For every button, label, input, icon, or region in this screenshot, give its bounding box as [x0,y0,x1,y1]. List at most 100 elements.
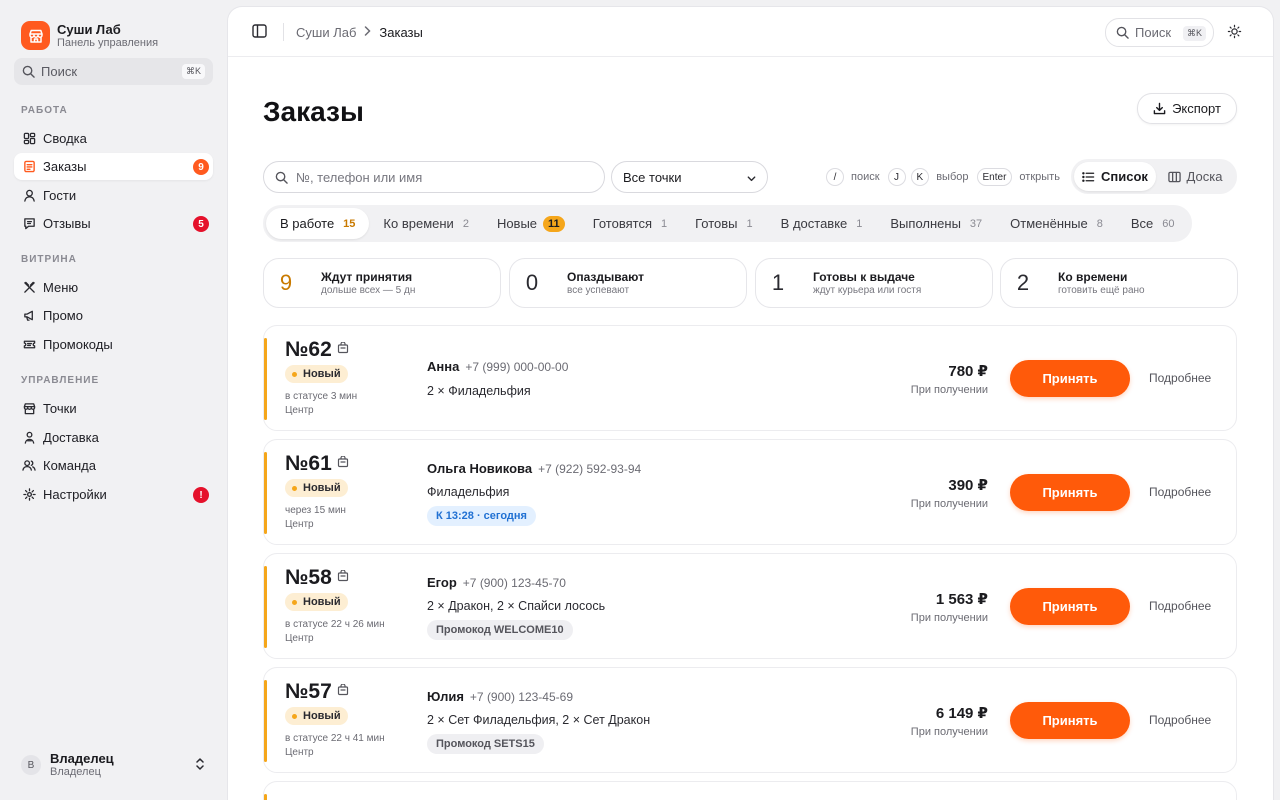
stat-subtitle: ждут курьера или гостя [813,284,922,296]
customer-phone: +7 (999) 000-00-00 [465,360,569,374]
board-icon [1167,171,1181,182]
accept-button[interactable]: Принять [1010,702,1130,739]
status-badge: Новый [285,707,348,725]
stat-card-scheduled[interactable]: 2 Ко времени готовить ещё рано [1000,258,1238,308]
schedule-tag: К 13:28 · сегодня [427,506,536,526]
kbd-key: / [826,168,844,186]
store-logo-icon [21,21,50,50]
customer-phone: +7 (922) 592-93-94 [538,462,642,476]
tab-completed[interactable]: Выполнены 37 [876,208,996,239]
sidebar-search[interactable]: Поиск ⌘K [14,58,213,85]
sidebar-item-points[interactable]: Точки [14,395,213,422]
sidebar-item-reviews[interactable]: Отзывы 5 [14,210,213,237]
ticket-icon [22,338,36,352]
details-link[interactable]: Подробнее [1149,713,1211,727]
tab-label: Новые [496,216,538,231]
sidebar-item-label: Точки [43,401,77,416]
sidebar-item-guests[interactable]: Гости [14,182,213,209]
sidebar-item-settings[interactable]: Настройки ! [14,481,213,508]
tab-delivering[interactable]: В доставке 1 [767,208,877,239]
tab-cooking[interactable]: Готовятся 1 [579,208,681,239]
view-board-button[interactable]: Доска [1156,162,1234,191]
gear-icon [22,488,36,502]
sidebar-item-team[interactable]: Команда [14,452,213,479]
export-button[interactable]: Экспорт [1137,93,1237,124]
order-card[interactable]: №62 Новый в статусе 3 мин Центр Анна +7 (… [263,325,1237,431]
order-number: №58 [285,566,332,589]
stat-card-awaiting[interactable]: 9 Ждут принятия дольше всех — 5 дн [263,258,501,308]
status-label: Новый [303,596,341,608]
page-title: Заказы [263,96,364,127]
stat-value: 0 [525,270,539,295]
details-link[interactable]: Подробнее [1149,599,1211,613]
location-select-value: Все точки [623,169,682,185]
divider [283,23,284,41]
stat-value: 9 [279,270,293,295]
breadcrumb-item-home[interactable]: Суши Лаб [296,25,356,40]
tab-new[interactable]: Новые 11 [483,208,579,239]
stat-card-ready[interactable]: 1 Готовы к выдаче ждут курьера или гостя [755,258,993,308]
sidebar-item-orders[interactable]: Заказы 9 [14,153,213,180]
order-time: через 15 мин [285,505,346,516]
kbd-hint-label: поиск [851,171,880,183]
sidebar-toggle-icon[interactable] [252,24,267,41]
kbd-key: Enter [976,168,1013,186]
tab-label: Выполнены [890,216,961,231]
store-icon [22,402,36,416]
sidebar-item-label: Промокоды [43,337,113,352]
user-role: Владелец [50,766,101,778]
accept-button[interactable]: Принять [1010,360,1130,397]
sidebar-item-summary[interactable]: Сводка [14,125,213,152]
tab-label: Готовятся [592,216,652,231]
user-menu[interactable]: В Владелец Владелец [21,750,213,780]
topbar: Суши Лаб Заказы Поиск ⌘K [228,7,1273,57]
order-status-bar [264,452,267,534]
brand[interactable]: Суши Лаб Панель управления [21,21,158,50]
stat-title: Ко времени [1058,269,1128,284]
order-card-partial[interactable] [263,781,1237,800]
tab-in-progress[interactable]: В работе 15 [266,208,370,239]
order-point: Центр [285,519,314,530]
stat-subtitle: все успевают [567,284,630,296]
order-search-field [263,161,605,193]
stat-card-late[interactable]: 0 Опаздывают все успевают [509,258,747,308]
order-price: 6 149 ₽ [935,705,988,722]
accept-button[interactable]: Принять [1010,474,1130,511]
topbar-search-button[interactable]: Поиск ⌘K [1105,18,1214,47]
tab-ready[interactable]: Готовы 1 [681,208,767,239]
tab-count: 8 [1096,217,1103,230]
download-icon [1153,102,1166,115]
stat-subtitle: дольше всех — 5 дн [321,284,416,296]
order-card[interactable]: №58 Новый в статусе 22 ч 26 мин Центр Ег… [263,553,1237,659]
sidebar-item-promo[interactable]: Промо [14,302,213,329]
bag-icon [337,683,349,699]
order-card[interactable]: №57 Новый в статусе 22 ч 41 мин Центр Юл… [263,667,1237,773]
breadcrumb: Суши Лаб Заказы [296,25,423,40]
order-search-input[interactable] [296,169,586,185]
details-link[interactable]: Подробнее [1149,371,1211,385]
search-icon [22,65,35,78]
order-number: №62 [285,338,332,361]
tab-scheduled[interactable]: Ко времени 2 [369,208,483,239]
status-badge: Новый [285,365,348,383]
location-select[interactable]: Все точки [611,161,768,193]
kbd-hint-label: открыть [1019,171,1060,183]
sun-icon[interactable] [1227,24,1242,42]
order-card[interactable]: №61 Новый через 15 мин Центр Ольга Новик… [263,439,1237,545]
tab-count: 1 [661,217,668,230]
tab-cancelled[interactable]: Отменённые 8 [996,208,1117,239]
order-price: 1 563 ₽ [935,591,988,608]
view-board-label: Доска [1186,169,1223,184]
sidebar-item-delivery[interactable]: Доставка [14,424,213,451]
sidebar-item-menu[interactable]: Меню [14,274,213,301]
accept-button[interactable]: Принять [1010,588,1130,625]
sidebar-item-promocodes[interactable]: Промокоды [14,331,213,358]
tab-all[interactable]: Все 60 [1117,208,1189,239]
order-time: в статусе 3 мин [285,391,358,402]
customer-phone: +7 (900) 123-45-70 [462,576,566,590]
sidebar-item-label: Отзывы [43,216,91,231]
view-list-button[interactable]: Список [1074,162,1156,191]
details-link[interactable]: Подробнее [1149,485,1211,499]
status-badge: Новый [285,479,348,497]
brand-name: Суши Лаб [57,21,121,37]
